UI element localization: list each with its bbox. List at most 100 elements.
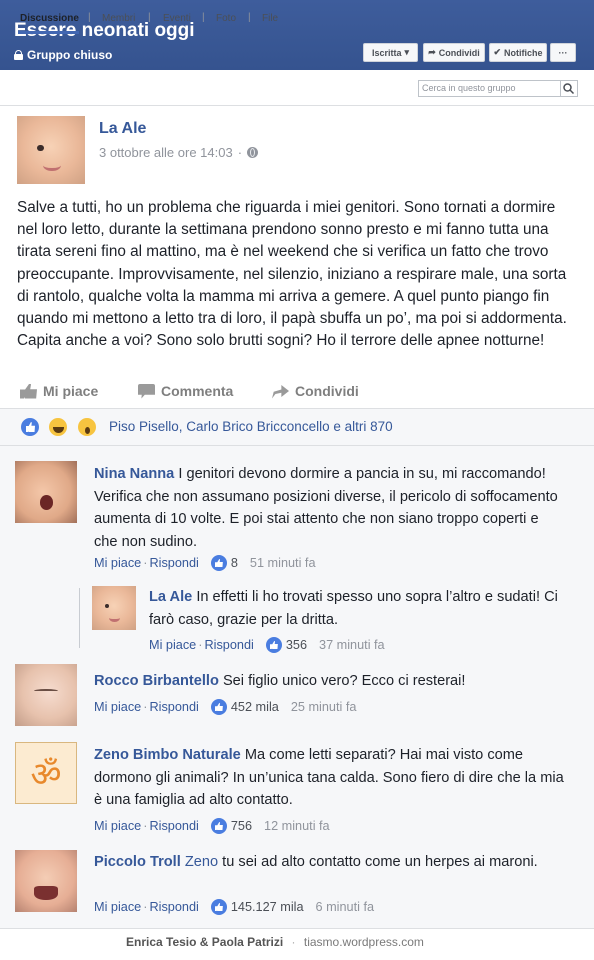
notifications-button[interactable]: ✔ Notifiche bbox=[489, 43, 547, 62]
tab-separator: | bbox=[88, 12, 91, 23]
comment-time[interactable]: 25 minuti fa bbox=[291, 700, 357, 714]
comment-avatar[interactable] bbox=[15, 664, 77, 726]
comment-like-link[interactable]: Mi piace bbox=[94, 900, 141, 914]
tab-foto[interactable]: Foto bbox=[216, 13, 236, 24]
comment-like-link[interactable]: Mi piace bbox=[94, 819, 141, 833]
comment-reply-link[interactable]: Rispondi bbox=[149, 556, 198, 570]
comment-author[interactable]: La Ale bbox=[149, 589, 192, 605]
reactions-summary[interactable]: Piso Pisello, Carlo Brico Bricconcello e… bbox=[109, 419, 393, 434]
comment-time[interactable]: 12 minuti fa bbox=[264, 819, 330, 833]
tab-separator: | bbox=[148, 12, 151, 23]
tab-separator: | bbox=[202, 12, 205, 23]
like-count-icon bbox=[210, 699, 227, 715]
meta-separator: · bbox=[143, 819, 148, 833]
like-count-icon bbox=[210, 899, 227, 915]
group-privacy: Gruppo chiuso bbox=[14, 48, 112, 62]
comment-meta: Mi piace · Rispondi 356 37 minuti fa bbox=[149, 637, 385, 653]
joined-button-label: Iscritta bbox=[371, 47, 402, 58]
comment-reply-link[interactable]: Rispondi bbox=[204, 638, 253, 652]
comment-button[interactable]: Commenta bbox=[138, 383, 233, 399]
comment-text: In effetti li ho trovati spesso uno sopr… bbox=[149, 589, 558, 628]
comment-time[interactable]: 6 minuti fa bbox=[316, 900, 375, 914]
comment-like-count[interactable]: 452 mila bbox=[231, 700, 279, 714]
caret-down-icon: ▾ bbox=[404, 47, 410, 57]
post-body: Salve a tutti, ho un problema che riguar… bbox=[17, 199, 567, 350]
meta-separator: · bbox=[143, 700, 148, 714]
check-icon: ✔ bbox=[493, 47, 502, 57]
group-search-input[interactable]: Cerca in questo gruppo bbox=[418, 80, 578, 97]
comment-mention[interactable]: Zeno bbox=[185, 854, 218, 870]
post-time-text[interactable]: 3 ottobre alle ore 14:03 bbox=[99, 145, 233, 160]
like-label: Mi piace bbox=[43, 383, 99, 399]
share-icon: ➦ bbox=[428, 47, 436, 57]
like-button[interactable]: Mi piace bbox=[20, 383, 98, 399]
tab-discussione[interactable]: Discussione bbox=[20, 13, 79, 24]
reply-thread-line bbox=[79, 588, 80, 648]
comment-reply-link[interactable]: Rispondi bbox=[149, 700, 198, 714]
comment-like-count[interactable]: 756 bbox=[231, 819, 252, 833]
meta-separator: · bbox=[143, 556, 148, 570]
comment: Zeno Bimbo Naturale Ma come letti separa… bbox=[94, 744, 564, 812]
search-button[interactable] bbox=[560, 81, 577, 96]
comment-time[interactable]: 37 minuti fa bbox=[319, 638, 385, 652]
like-count-icon bbox=[265, 637, 282, 653]
share-group-label: Condividi bbox=[438, 47, 480, 58]
comment-meta: Mi piace · Rispondi 452 mila 25 minuti f… bbox=[94, 699, 356, 715]
comment: Nina Nanna I genitori devono dormire a p… bbox=[94, 463, 564, 553]
comment-text: tu sei ad alto contatto come un herpes a… bbox=[222, 854, 538, 870]
comment-author[interactable]: Nina Nanna bbox=[94, 466, 174, 482]
comment-label: Commenta bbox=[161, 383, 234, 399]
like-count-icon bbox=[210, 555, 227, 571]
comment-like-link[interactable]: Mi piace bbox=[149, 638, 196, 652]
thumbs-up-icon bbox=[20, 383, 37, 399]
comment-author[interactable]: Zeno Bimbo Naturale bbox=[94, 747, 241, 763]
haha-reaction-icon bbox=[47, 416, 69, 438]
comment-avatar[interactable] bbox=[15, 850, 77, 912]
post-timestamp: 3 ottobre alle ore 14:03 · bbox=[99, 145, 259, 160]
search-placeholder: Cerca in questo gruppo bbox=[422, 83, 516, 93]
tab-eventi[interactable]: Eventi bbox=[163, 13, 191, 24]
credits-separator: · bbox=[291, 935, 296, 949]
reply-avatar[interactable] bbox=[92, 586, 136, 630]
tab-membri[interactable]: Membri bbox=[102, 13, 135, 24]
post-author-avatar[interactable] bbox=[17, 116, 85, 184]
comment-meta: Mi piace · Rispondi 756 12 minuti fa bbox=[94, 818, 330, 834]
more-icon: ··· bbox=[558, 47, 568, 58]
credits-line: Enrica Tesio & Paola Patrizi · tiasmo.wo… bbox=[126, 935, 424, 949]
meta-separator: · bbox=[143, 900, 148, 914]
tab-file[interactable]: File bbox=[262, 13, 278, 24]
more-button[interactable]: ··· bbox=[550, 43, 576, 62]
credits-authors: Enrica Tesio & Paola Patrizi bbox=[126, 935, 284, 949]
share-arrow-icon bbox=[272, 385, 289, 399]
joined-button[interactable]: Iscritta ▾ bbox=[363, 43, 418, 62]
comment-author[interactable]: Piccolo Troll bbox=[94, 854, 181, 870]
comment-avatar[interactable] bbox=[15, 461, 77, 523]
reply-comment: La Ale In effetti li ho trovati spesso u… bbox=[149, 586, 569, 631]
comment-like-count[interactable]: 356 bbox=[286, 638, 307, 652]
like-count-icon bbox=[210, 818, 227, 834]
comment-text: Sei figlio unico vero? Ecco ci resterai! bbox=[222, 673, 466, 689]
share-group-button[interactable]: ➦ Condividi bbox=[423, 43, 485, 62]
credits-site: tiasmo.wordpress.com bbox=[303, 935, 424, 949]
comment-like-link[interactable]: Mi piace bbox=[94, 700, 141, 714]
share-button[interactable]: Condividi bbox=[272, 383, 359, 399]
comment-time[interactable]: 51 minuti fa bbox=[250, 556, 316, 570]
notifications-label: Notifiche bbox=[504, 47, 543, 58]
comment-reply-link[interactable]: Rispondi bbox=[149, 819, 198, 833]
comment-meta: Mi piace · Rispondi 145.127 mila 6 minut… bbox=[94, 899, 374, 915]
wow-reaction-icon bbox=[76, 416, 98, 438]
comment-like-count[interactable]: 8 bbox=[231, 556, 238, 570]
comment-like-link[interactable]: Mi piace bbox=[94, 556, 141, 570]
comment-like-count[interactable]: 145.127 mila bbox=[231, 900, 304, 914]
active-tab-indicator bbox=[18, 31, 79, 34]
globe-icon bbox=[247, 147, 259, 158]
comment: Rocco Birbantello Sei figlio unico vero?… bbox=[94, 670, 574, 693]
share-label: Condividi bbox=[295, 383, 359, 399]
search-icon bbox=[563, 83, 575, 95]
om-symbol-avatar[interactable]: ॐ bbox=[15, 742, 77, 804]
tab-separator: | bbox=[248, 12, 251, 23]
comment-reply-link[interactable]: Rispondi bbox=[149, 900, 198, 914]
comment-author[interactable]: Rocco Birbantello bbox=[94, 673, 219, 689]
comment: Piccolo Troll Zeno tu sei ad alto contat… bbox=[94, 851, 564, 874]
post-author-name[interactable]: La Ale bbox=[99, 120, 146, 138]
